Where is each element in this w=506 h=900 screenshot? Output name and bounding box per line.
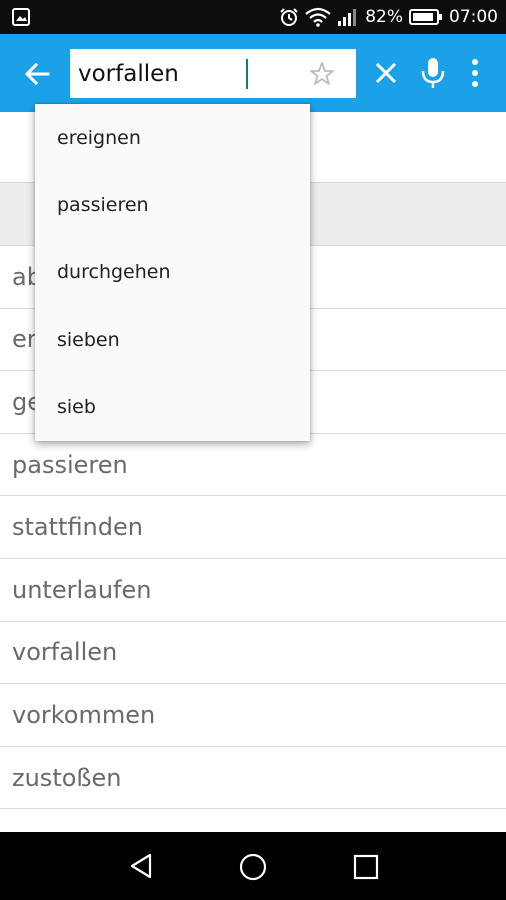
image-notification-icon [12, 8, 30, 26]
search-box[interactable] [70, 49, 356, 98]
navigation-bar [0, 832, 506, 900]
status-time: 07:00 [449, 7, 498, 27]
battery-percent: 82% [365, 7, 403, 27]
list-item-label: stattfinden [12, 513, 143, 542]
list-item[interactable]: stattfinden [0, 496, 506, 559]
list-item-label: zustoßen [12, 763, 122, 792]
nav-home-icon[interactable] [238, 852, 268, 882]
list-item[interactable]: unterlaufen [0, 559, 506, 622]
list-item[interactable]: zustoßen [0, 747, 506, 810]
suggestion-dropdown: ereignen passieren durchgehen sieben sie… [35, 104, 310, 441]
suggestion-item[interactable]: durchgehen [35, 239, 310, 306]
battery-icon [409, 9, 442, 25]
nav-recents-icon[interactable] [353, 854, 379, 880]
list-item-label: vorkommen [12, 700, 156, 729]
list-item[interactable]: vorkommen [0, 684, 506, 747]
back-arrow-icon[interactable] [20, 56, 56, 92]
status-right: 82% 07:00 [279, 0, 498, 34]
suggestion-item[interactable]: passieren [35, 171, 310, 238]
close-icon[interactable] [372, 59, 400, 87]
search-input[interactable] [78, 49, 298, 98]
search-toolbar [0, 34, 506, 112]
suggestion-item[interactable]: sieben [35, 306, 310, 373]
microphone-icon[interactable] [420, 56, 446, 90]
more-vert-icon[interactable] [464, 56, 486, 90]
list-item[interactable]: passieren [0, 434, 506, 497]
list-item-label: er [12, 325, 37, 354]
nav-back-icon[interactable] [128, 852, 156, 880]
suggestion-item[interactable]: sieb [35, 374, 310, 441]
alarm-icon [280, 8, 298, 26]
signal-icon [338, 9, 357, 26]
list-item-label: vorfallen [12, 638, 118, 667]
star-outline-icon[interactable] [308, 60, 336, 88]
list-item-label: unterlaufen [12, 575, 152, 604]
list-item-label: passieren [12, 450, 128, 479]
wifi-icon [305, 7, 331, 27]
status-bar: 82% 07:00 [0, 0, 506, 34]
text-caret [246, 59, 248, 89]
list-item[interactable]: vorfallen [0, 622, 506, 685]
suggestion-item[interactable]: ereignen [35, 104, 310, 171]
